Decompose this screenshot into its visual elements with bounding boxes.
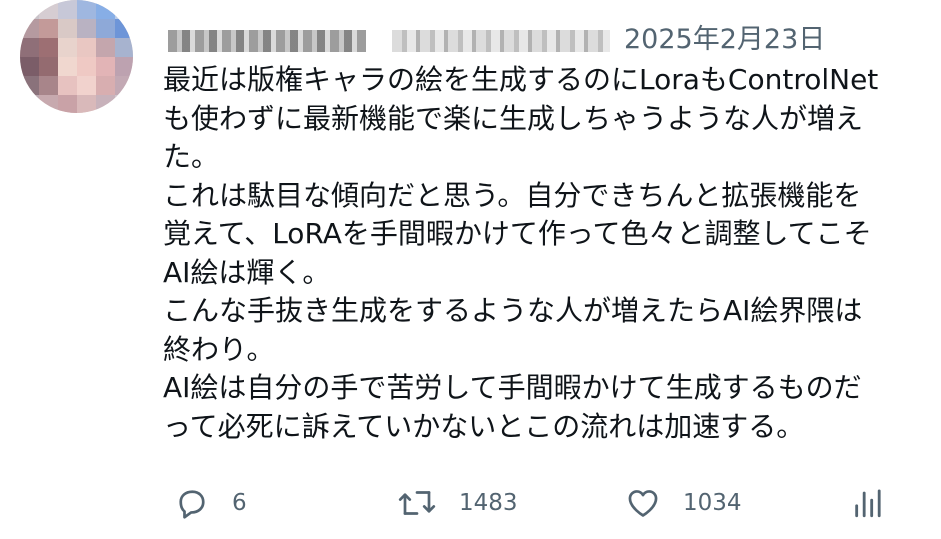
reply-icon	[174, 485, 210, 521]
reply-count: 6	[232, 490, 247, 516]
views-button[interactable]	[851, 478, 885, 528]
like-count: 1034	[683, 490, 742, 516]
analytics-icon	[851, 485, 885, 521]
post-text-line: 終わり。	[163, 332, 275, 366]
repost-button[interactable]: 1483	[397, 478, 518, 528]
post-text-line: 最近は版権キャラの絵を生成するのにLoraもControlNet	[163, 63, 879, 96]
post-text-line: こんな手抜き生成をするような人が増えたらAI絵界隈は	[163, 294, 863, 327]
heart-icon	[625, 485, 661, 521]
reply-button[interactable]: 6	[174, 478, 247, 528]
post-text-line: AI絵は自分の手で苦労して手間暇かけて生成するものだ	[163, 371, 862, 404]
post-text: 最近は版権キャラの絵を生成するのにLoraもControlNet も使わずに最新…	[163, 61, 933, 446]
post-text-line: 覚えて、LoRAを手間暇かけて作って色々と調整してこそ	[163, 217, 872, 250]
repost-count: 1483	[459, 490, 518, 516]
post-text-line: も使わずに最新機能で楽に生成しちゃうような人が増え	[163, 101, 864, 135]
post-date[interactable]: 2025年2月23日	[624, 22, 825, 58]
post-text-line: AI絵は輝く。	[163, 255, 331, 289]
post-text-line: って必死に訴えていかないとこの流れは加速する。	[163, 409, 805, 443]
like-button[interactable]: 1034	[625, 478, 742, 528]
author-handle-redacted[interactable]	[392, 30, 610, 52]
author-name-redacted[interactable]	[168, 30, 366, 52]
post-text-line: これは駄目な傾向だと思う。自分できちんと拡張機能を	[163, 178, 862, 212]
action-bar: 6 1483 1034	[0, 478, 941, 528]
repost-icon	[397, 485, 437, 521]
post-text-line: た。	[163, 140, 220, 173]
avatar[interactable]	[20, 0, 133, 113]
